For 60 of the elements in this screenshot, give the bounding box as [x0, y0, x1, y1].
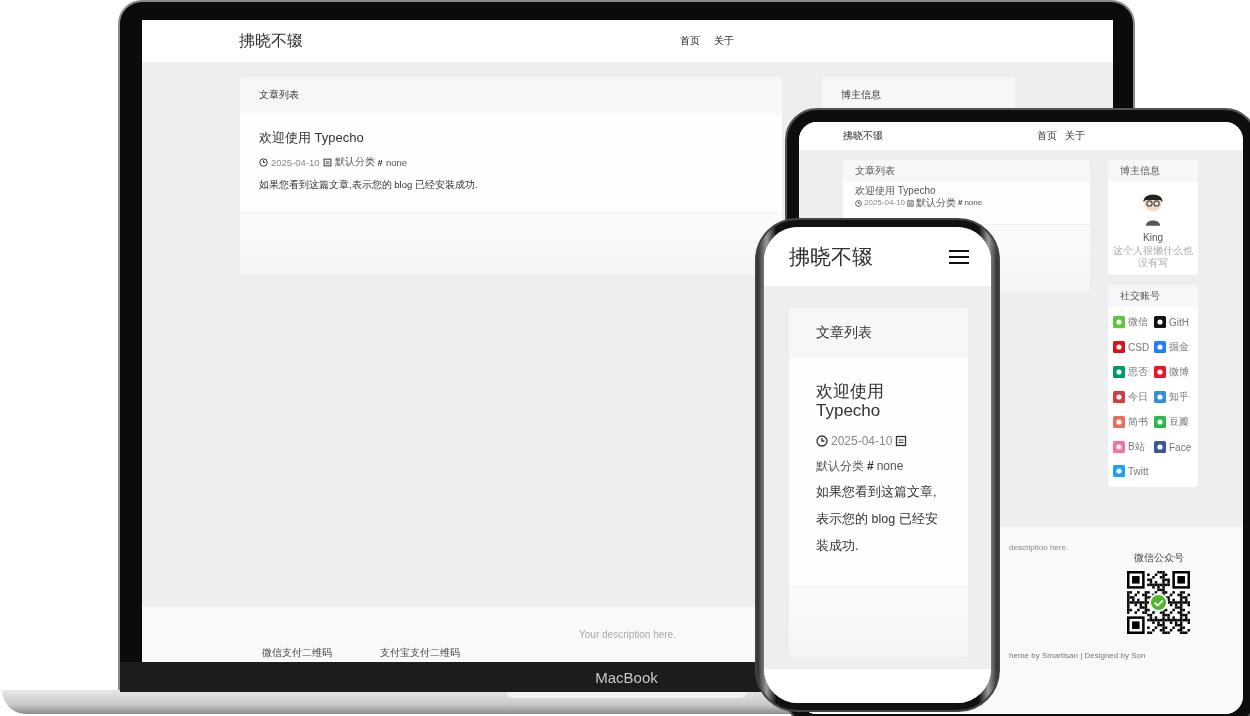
- nav-link[interactable]: 关于: [714, 34, 734, 48]
- tag-link[interactable]: none: [964, 198, 983, 208]
- category-link[interactable]: 默认分类: [816, 455, 864, 477]
- card-title: 文章列表: [816, 324, 872, 342]
- post-title-link[interactable]: 欢迎使用 Typecho: [816, 382, 941, 420]
- qr-code: [1127, 571, 1190, 634]
- category-link[interactable]: 默认分类: [915, 198, 956, 208]
- social-link[interactable]: 微信: [1128, 315, 1148, 329]
- social-link[interactable]: GitH: [1169, 316, 1189, 328]
- card-title: 博主信息: [1120, 164, 1160, 178]
- post-date: 2025-04-10: [271, 156, 320, 168]
- social-link[interactable]: Face: [1169, 441, 1192, 453]
- post-excerpt: 如果您看到这篇文章,表示您的 blog 已经安装成功.: [816, 484, 939, 555]
- qr-label: 微信支付二维码: [262, 646, 332, 660]
- clock-icon: [855, 199, 862, 207]
- document-icon: [895, 435, 908, 447]
- social-link[interactable]: 思否: [1128, 365, 1148, 379]
- profile-bio: 这个人很懒什么也没有写: [1112, 245, 1194, 269]
- clock-icon: [259, 157, 268, 167]
- card-title: 博主信息: [841, 88, 882, 102]
- tag-link[interactable]: none: [876, 455, 904, 477]
- qr-label: 微信公众号: [1133, 551, 1184, 565]
- footer-credits: heme by Smartisan | Designed by Son: [1009, 651, 1146, 661]
- site-logo[interactable]: 拂晓不辍: [789, 242, 873, 271]
- card-title: 文章列表: [855, 164, 895, 178]
- nav-link[interactable]: 首页: [1037, 129, 1057, 143]
- social-link[interactable]: 简书: [1128, 415, 1148, 429]
- tag-link[interactable]: none: [385, 156, 408, 168]
- profile-name: King: [1143, 232, 1163, 243]
- clock-icon: [816, 435, 828, 447]
- tag-symbol: #: [957, 198, 963, 208]
- brand-label: MacBook: [595, 668, 658, 686]
- card-title: 社交账号: [1120, 289, 1160, 303]
- social-link[interactable]: Twitt: [1128, 465, 1149, 477]
- social-link[interactable]: 知乎: [1169, 390, 1189, 404]
- post-title-link[interactable]: 欢迎使用 Typecho: [259, 129, 764, 147]
- nav-link[interactable]: 关于: [1065, 129, 1085, 143]
- footer-description: Your description here.: [578, 629, 677, 640]
- category-link[interactable]: 默认分类: [334, 155, 375, 169]
- social-link[interactable]: 掘金: [1169, 340, 1189, 354]
- card-title: 文章列表: [259, 88, 299, 102]
- social-link[interactable]: 豆瓣: [1169, 415, 1189, 429]
- post-excerpt: 如果您看到这篇文章,表示您的 blog 已经安装成功.: [259, 179, 479, 192]
- tag-symbol: #: [867, 458, 874, 475]
- post-title-link[interactable]: 欢迎使用 Typecho: [855, 185, 1078, 197]
- nav-link[interactable]: 首页: [680, 34, 700, 48]
- post-date: 2025-04-10: [831, 433, 893, 450]
- document-icon: [322, 157, 332, 167]
- site-logo[interactable]: 拂晓不辍: [239, 30, 680, 52]
- social-link[interactable]: CSD: [1128, 341, 1150, 353]
- document-icon: [906, 199, 914, 207]
- social-link[interactable]: B站: [1128, 440, 1145, 454]
- social-link[interactable]: 微博: [1169, 365, 1189, 379]
- tag-symbol: #: [377, 156, 383, 168]
- post-date: 2025-04-10: [864, 198, 905, 208]
- menu-icon[interactable]: [949, 248, 969, 265]
- social-link[interactable]: 今日: [1128, 390, 1148, 404]
- footer-description: description here.: [1009, 543, 1070, 552]
- site-logo[interactable]: 拂晓不辍: [843, 129, 1037, 143]
- qr-label: 支付宝支付二维码: [380, 646, 460, 660]
